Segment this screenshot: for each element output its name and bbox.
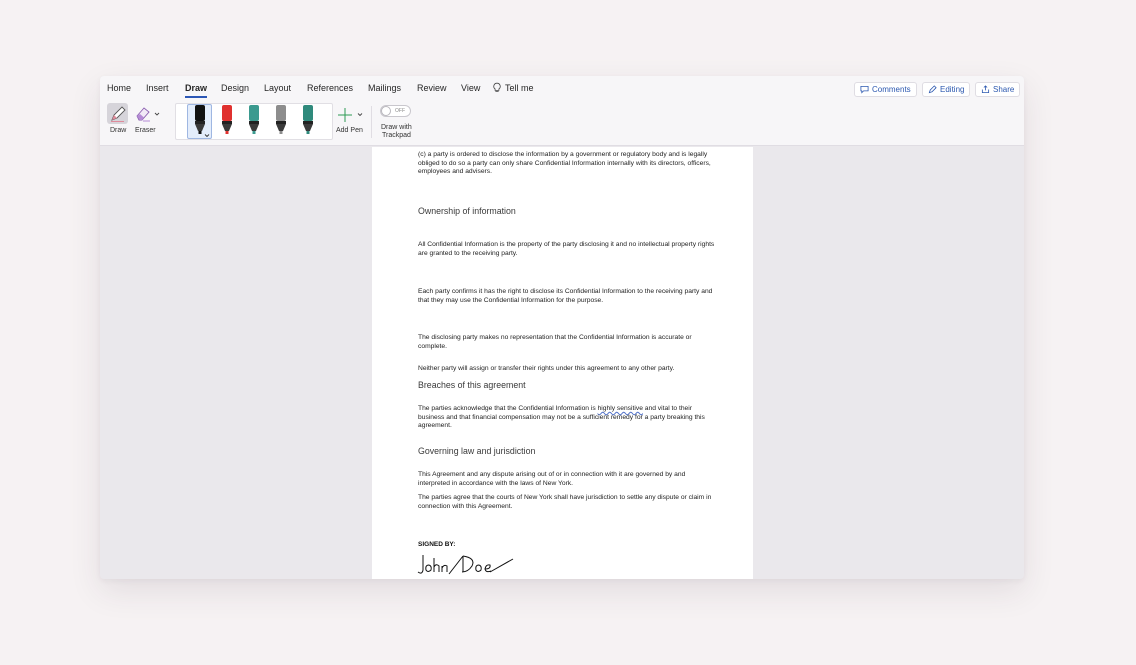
silver-pen-tip xyxy=(276,124,286,131)
black-pen-body xyxy=(195,105,205,121)
share-label: Share xyxy=(993,85,1015,94)
ocean-pen-nib xyxy=(306,131,310,134)
red-pen-band xyxy=(222,121,232,124)
paragraph-disclosure-exception: (c) a party is ordered to disclose the i… xyxy=(418,151,711,175)
heading-ownership: Ownership of information xyxy=(418,206,516,216)
galaxy-pen-body xyxy=(249,105,259,121)
add-pen-label: Add Pen xyxy=(336,127,363,134)
menu-bar: Home Insert Draw Design Layout Reference… xyxy=(100,76,1024,102)
draw-ribbon: Draw Eraser Add Pen OFF Draw with Trackp… xyxy=(100,102,1024,146)
black-pen-tip xyxy=(195,124,205,131)
galaxy-pen-tip xyxy=(249,124,259,131)
trackpad-label-line1: Draw with xyxy=(381,124,412,131)
draw-with-trackpad-toggle[interactable]: OFF xyxy=(380,105,411,117)
silver-pen[interactable] xyxy=(276,105,286,134)
galaxy-pen-nib xyxy=(252,131,256,134)
document-page[interactable]: (c) a party is ordered to disclose the i… xyxy=(372,147,753,579)
red-pen-body xyxy=(222,105,232,121)
paragraph-no-assignment: Neither party will assign or transfer th… xyxy=(418,365,675,372)
red-pen[interactable] xyxy=(222,105,232,134)
ocean-pen-body xyxy=(303,105,313,121)
handwritten-signature xyxy=(417,555,514,575)
comment-icon xyxy=(860,85,869,94)
signed-by-label: SIGNED BY: xyxy=(418,541,456,548)
comments-button[interactable]: Comments xyxy=(854,82,917,97)
tab-mailings[interactable]: Mailings xyxy=(368,83,401,93)
black-pen-band xyxy=(195,121,205,124)
highlighted-text-highly-sensitive[interactable]: highly sensitive xyxy=(598,405,643,412)
editing-label: Editing xyxy=(940,85,965,94)
tab-home[interactable]: Home xyxy=(107,83,131,93)
word-window: Home Insert Draw Design Layout Reference… xyxy=(100,76,1024,579)
add-pen-chevron-down-icon[interactable] xyxy=(357,112,363,117)
red-pen-nib xyxy=(225,131,229,134)
tab-review[interactable]: Review xyxy=(417,83,447,93)
paragraph-right-to-disclose: Each party confirms it has the right to … xyxy=(418,288,713,304)
pencil-icon xyxy=(928,85,937,94)
tab-layout[interactable]: Layout xyxy=(264,83,291,93)
tab-insert[interactable]: Insert xyxy=(146,83,169,93)
heading-governing-law: Governing law and jurisdiction xyxy=(418,446,536,456)
galaxy-pen[interactable] xyxy=(249,105,259,134)
lightbulb-icon xyxy=(493,82,501,93)
black-pen-nib xyxy=(198,131,202,134)
tab-references[interactable]: References xyxy=(307,83,353,93)
paragraph-no-representation: The disclosing party makes no representa… xyxy=(418,334,692,350)
breaches-text-start: The parties acknowledge that the Confide… xyxy=(418,405,598,412)
comments-label: Comments xyxy=(872,85,911,94)
pen-chevron-down-icon[interactable] xyxy=(204,133,210,138)
pen-gallery-pens xyxy=(195,105,313,134)
ocean-pen-tip xyxy=(303,124,313,131)
black-pen[interactable] xyxy=(195,105,205,134)
heading-breaches: Breaches of this agreement xyxy=(418,380,526,390)
paragraph-ownership: All Confidential Information is the prop… xyxy=(418,241,715,257)
paragraph-breaches: The parties acknowledge that the Confide… xyxy=(418,405,718,431)
toggle-knob xyxy=(381,106,391,116)
tab-design[interactable]: Design xyxy=(221,83,249,93)
tab-draw[interactable]: Draw xyxy=(185,83,208,98)
galaxy-pen-band xyxy=(249,121,259,124)
silver-pen-band xyxy=(276,121,286,124)
ocean-pen[interactable] xyxy=(303,105,313,134)
paragraph-governing-law: This Agreement and any dispute arising o… xyxy=(418,471,686,487)
share-icon xyxy=(981,85,990,94)
tell-me-search[interactable]: Tell me xyxy=(505,83,534,93)
silver-pen-body xyxy=(276,105,286,121)
toggle-state-label: OFF xyxy=(395,108,405,114)
paragraph-jurisdiction: The parties agree that the courts of New… xyxy=(418,494,712,510)
red-pen-tip xyxy=(222,124,232,131)
plus-icon xyxy=(338,108,352,122)
ribbon-separator xyxy=(371,106,372,138)
tab-view[interactable]: View xyxy=(461,83,480,93)
silver-pen-nib xyxy=(279,131,283,134)
editing-button[interactable]: Editing xyxy=(922,82,971,97)
share-button[interactable]: Share xyxy=(975,82,1021,97)
ocean-pen-band xyxy=(303,121,313,124)
trackpad-label-line2: Trackpad xyxy=(382,132,411,139)
